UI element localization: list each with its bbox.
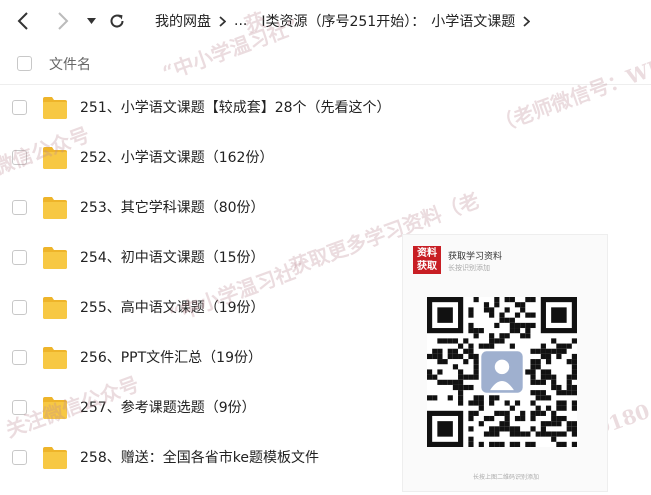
row-checkbox[interactable] xyxy=(12,400,27,415)
breadcrumb: 我的网盘 ... I类资源（序号251开始）： 小学语文课题 xyxy=(155,0,538,42)
chevron-right-icon xyxy=(58,12,69,30)
folder-icon xyxy=(43,197,67,219)
qr-card-footer: 长按上图二维码识别添加 xyxy=(472,474,539,481)
file-name[interactable]: 258、赠送：全国各省市ke题模板文件 xyxy=(80,433,319,483)
row-checkbox[interactable] xyxy=(12,200,27,215)
file-name[interactable]: 255、高中语文课题（19份） xyxy=(80,283,265,333)
qr-card-title: 获取学习资料 xyxy=(448,252,503,262)
row-checkbox[interactable] xyxy=(12,300,27,315)
breadcrumb-root[interactable]: 我的网盘 xyxy=(155,11,211,31)
forward-button[interactable] xyxy=(52,9,74,33)
folder-icon xyxy=(43,397,67,419)
file-browser-window: 我的网盘 ... I类资源（序号251开始）： 小学语文课题 文件名 251、小… xyxy=(0,0,651,495)
row-checkbox[interactable] xyxy=(12,150,27,165)
file-name[interactable]: 251、小学语文课题【较成套】28个（先看这个） xyxy=(80,83,391,133)
qr-card-logo: 资料获取 xyxy=(413,246,441,274)
breadcrumb-separator-icon xyxy=(219,15,226,27)
row-checkbox[interactable] xyxy=(12,450,27,465)
folder-icon xyxy=(43,147,67,169)
chevron-left-icon xyxy=(17,12,28,30)
folder-icon xyxy=(43,447,67,469)
history-dropdown-button[interactable] xyxy=(84,9,98,33)
back-button[interactable] xyxy=(12,9,34,33)
qr-code-icon xyxy=(427,297,577,447)
toolbar: 我的网盘 ... I类资源（序号251开始）： 小学语文课题 xyxy=(0,0,651,42)
select-all-checkbox[interactable] xyxy=(17,56,32,71)
breadcrumb-end-chevron-icon[interactable] xyxy=(523,15,531,27)
caret-down-icon xyxy=(86,18,96,24)
folder-icon xyxy=(43,347,67,369)
folder-icon xyxy=(43,97,67,119)
refresh-button[interactable] xyxy=(106,9,128,33)
qr-code-card: 资料获取 获取学习资料 长按识别添加 长按上图二维码识别添加 xyxy=(402,234,608,492)
refresh-icon xyxy=(110,14,124,28)
row-checkbox[interactable] xyxy=(12,350,27,365)
file-name[interactable]: 254、初中语文课题（15份） xyxy=(80,233,265,283)
column-header-filename[interactable]: 文件名 xyxy=(49,54,91,74)
file-row[interactable]: 251、小学语文课题【较成套】28个（先看这个） xyxy=(0,83,651,133)
list-header: 文件名 xyxy=(0,44,651,85)
row-checkbox[interactable] xyxy=(12,100,27,115)
breadcrumb-ellipsis[interactable]: ... xyxy=(234,13,247,29)
folder-icon xyxy=(43,297,67,319)
folder-icon xyxy=(43,247,67,269)
file-name[interactable]: 252、小学语文课题（162份） xyxy=(80,133,273,183)
file-row[interactable]: 252、小学语文课题（162份） xyxy=(0,133,651,183)
breadcrumb-parent[interactable]: I类资源（序号251开始）： xyxy=(261,11,425,31)
breadcrumb-current: 小学语文课题 xyxy=(431,14,516,30)
file-name[interactable]: 256、PPT文件汇总（19份） xyxy=(80,333,262,383)
file-row[interactable]: 253、其它学科课题（80份） xyxy=(0,183,651,233)
file-name[interactable]: 253、其它学科课题（80份） xyxy=(80,183,265,233)
row-checkbox[interactable] xyxy=(12,250,27,265)
file-name[interactable]: 257、参考课题选题（9份） xyxy=(80,383,256,433)
qr-card-subtitle: 长按识别添加 xyxy=(448,264,490,272)
